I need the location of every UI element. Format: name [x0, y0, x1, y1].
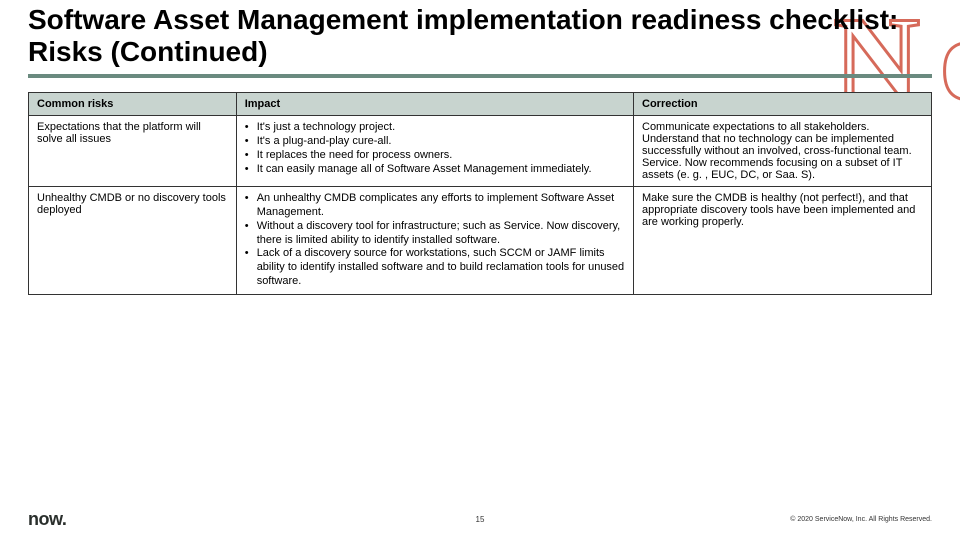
list-item: It's a plug-and-play cure-all.: [245, 135, 625, 149]
cell-risk: Unhealthy CMDB or no discovery tools dep…: [29, 187, 237, 294]
cell-correction: Make sure the CMDB is healthy (not perfe…: [634, 187, 932, 294]
cell-correction: Communicate expectations to all stakehol…: [634, 116, 932, 187]
header-risk: Common risks: [29, 93, 237, 116]
slide-footer: now. 15 © 2020 ServiceNow, Inc. All Righ…: [0, 509, 960, 530]
cell-risk: Expectations that the platform will solv…: [29, 116, 237, 187]
list-item: Without a discovery tool for infrastruct…: [245, 220, 625, 248]
impact-list: An unhealthy CMDB complicates any effort…: [245, 192, 625, 288]
table-row: Unhealthy CMDB or no discovery tools dep…: [29, 187, 932, 294]
page-number: 15: [476, 515, 485, 524]
list-item: Lack of a discovery source for workstati…: [245, 247, 625, 288]
table-header-row: Common risks Impact Correction: [29, 93, 932, 116]
title-rule: [28, 74, 932, 78]
copyright-text: © 2020 ServiceNow, Inc. All Rights Reser…: [790, 516, 932, 523]
impact-list: It's just a technology project. It's a p…: [245, 121, 625, 176]
page-title: Software Asset Management implementation…: [28, 4, 932, 68]
table-row: Expectations that the platform will solv…: [29, 116, 932, 187]
risks-table: Common risks Impact Correction Expectati…: [28, 92, 932, 294]
list-item: It can easily manage all of Software Ass…: [245, 163, 625, 177]
list-item: It replaces the need for process owners.: [245, 149, 625, 163]
header-impact: Impact: [236, 93, 633, 116]
slide-content: Software Asset Management implementation…: [0, 0, 960, 295]
list-item: An unhealthy CMDB complicates any effort…: [245, 192, 625, 220]
list-item: It's just a technology project.: [245, 121, 625, 135]
header-correction: Correction: [634, 93, 932, 116]
cell-impact: An unhealthy CMDB complicates any effort…: [236, 187, 633, 294]
cell-impact: It's just a technology project. It's a p…: [236, 116, 633, 187]
logo: now.: [28, 509, 66, 530]
